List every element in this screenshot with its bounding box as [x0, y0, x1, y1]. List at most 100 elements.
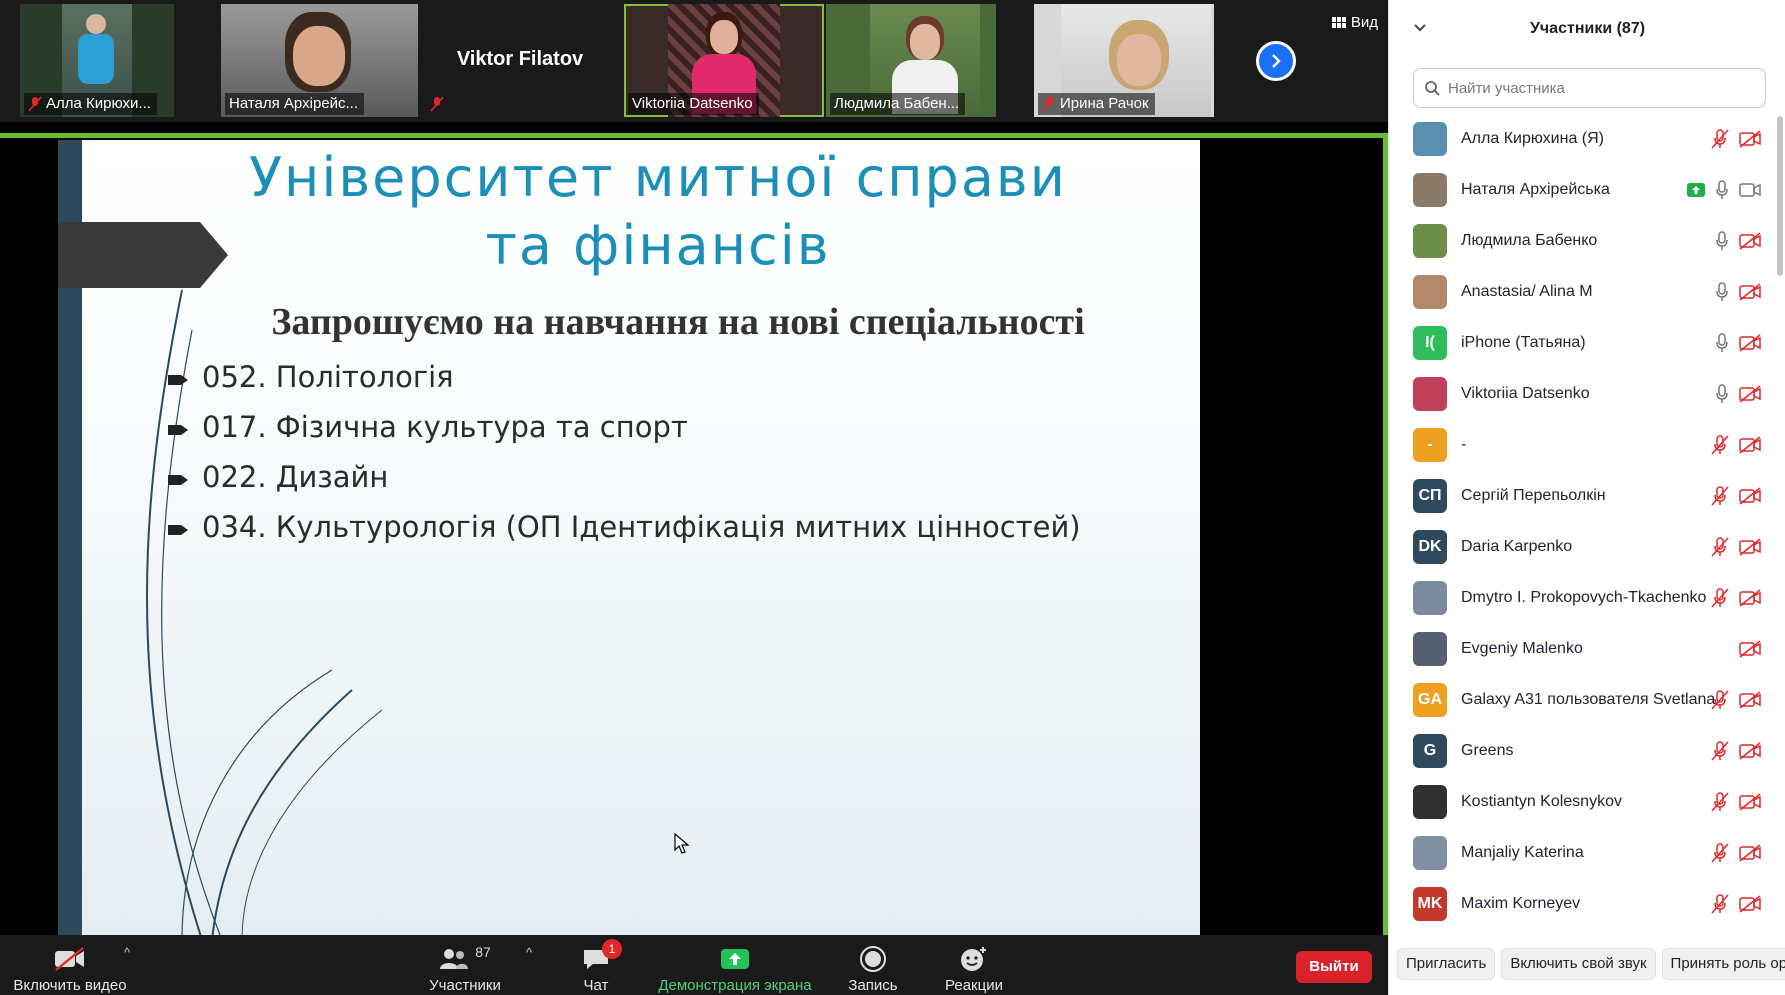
reactions-button[interactable]: Реакции — [936, 935, 1012, 995]
participant-row[interactable]: Manjaliy Katerina — [1389, 827, 1769, 878]
mic-muted-icon[interactable] — [1711, 434, 1729, 455]
mic-icon[interactable] — [1715, 179, 1729, 200]
avatar: I( — [1413, 325, 1447, 360]
unmute-self-button[interactable]: Включить свой звук — [1501, 948, 1656, 980]
tile-name-bar: Людмила Бабен... — [830, 93, 966, 115]
participant-row[interactable]: Алла Кирюхина (Я) — [1389, 113, 1769, 164]
next-page-button[interactable] — [1256, 41, 1296, 81]
mic-muted-icon[interactable] — [1711, 893, 1729, 914]
participant-list: Алла Кирюхина (Я) Наталя Архірейська Людми… — [1389, 113, 1769, 929]
record-button[interactable]: Запись — [840, 935, 906, 995]
search-icon — [1425, 81, 1440, 96]
participant-row[interactable]: Наталя Архірейська — [1389, 164, 1769, 215]
start-video-button[interactable]: Включить видео — [10, 935, 130, 995]
camera-off-icon[interactable] — [1739, 486, 1761, 505]
claim-host-button[interactable]: Принять роль орг — [1661, 948, 1785, 980]
participant-row[interactable]: Evgeniy Malenko — [1389, 623, 1769, 674]
invite-button[interactable]: Пригласить — [1397, 948, 1496, 980]
mic-icon[interactable] — [1715, 230, 1729, 251]
video-options-caret[interactable]: ^ — [124, 945, 130, 960]
view-label: Вид — [1350, 14, 1378, 31]
participant-status-icons — [1711, 485, 1761, 506]
mic-muted-icon[interactable] — [1711, 740, 1729, 761]
participant-row[interactable]: Viktoriia Datsenko — [1389, 368, 1769, 419]
participant-row[interactable]: GA Galaxy A31 пользователя Svetlana — [1389, 674, 1769, 725]
video-tile[interactable]: Viktor Filatov — [422, 4, 618, 117]
mic-muted-icon[interactable] — [1711, 587, 1729, 608]
camera-off-icon[interactable] — [1739, 792, 1761, 811]
arrow-bullet-icon — [168, 460, 202, 494]
mic-muted-icon[interactable] — [1711, 842, 1729, 863]
view-button[interactable]: Вид — [1331, 14, 1378, 31]
mic-muted-icon[interactable] — [1711, 791, 1729, 812]
participant-status-icons — [1711, 587, 1761, 608]
participant-row[interactable]: Людмила Бабенко — [1389, 215, 1769, 266]
video-tile-active-speaker[interactable]: Viktoriia Datsenko — [624, 4, 824, 117]
mic-muted-icon[interactable] — [1711, 128, 1729, 149]
participant-row[interactable]: DK Daria Karpenko — [1389, 521, 1769, 572]
mic-muted-icon[interactable] — [1711, 485, 1729, 506]
slide-subtitle: Запрошуємо на навчання на нові спеціальн… — [271, 301, 1085, 343]
participant-row[interactable]: Dmytro I. Prokopovych-Tkachenko — [1389, 572, 1769, 623]
camera-off-icon[interactable] — [1739, 231, 1761, 250]
thumbnail-strip: Алла Кирюхи... Наталя Архірейс... Viktor… — [0, 0, 1388, 122]
avatar: MK — [1413, 886, 1447, 921]
participants-options-caret[interactable]: ^ — [526, 945, 532, 960]
slide-bullet-item: 052. Політологія — [168, 352, 1081, 402]
mic-icon[interactable] — [1715, 383, 1729, 404]
participant-row[interactable]: Anastasia/ Alina M — [1389, 266, 1769, 317]
participant-list-scrollbar[interactable] — [1777, 116, 1783, 276]
avatar: - — [1413, 427, 1447, 462]
video-tile[interactable]: Алла Кирюхи... — [20, 4, 174, 117]
participant-row[interactable]: I(iPhone (Татьяна) — [1389, 317, 1769, 368]
participant-row[interactable]: -- — [1389, 419, 1769, 470]
participant-name: Dmytro I. Prokopovych-Tkachenko — [1461, 588, 1707, 606]
participant-row[interactable]: СП Сергій Перепьолкін — [1389, 470, 1769, 521]
share-screen-button[interactable]: Демонстрация экрана — [650, 935, 820, 995]
participant-status-icons — [1711, 689, 1761, 710]
video-tile[interactable]: Наталя Архірейс... — [221, 4, 418, 117]
video-tile[interactable]: Ирина Рачок — [1034, 4, 1214, 117]
camera-off-icon[interactable] — [1739, 639, 1761, 658]
camera-off-icon[interactable] — [1739, 384, 1761, 403]
camera-off-icon[interactable] — [1739, 282, 1761, 301]
leave-meeting-button[interactable]: Выйти — [1296, 951, 1372, 983]
panel-title: Участники (87) — [1529, 20, 1646, 37]
slide-bullet-item: 017. Фізична культура та спорт — [168, 402, 1081, 452]
camera-off-icon[interactable] — [1739, 435, 1761, 454]
mic-muted-icon[interactable] — [1711, 689, 1729, 710]
mic-muted-icon[interactable] — [1711, 536, 1729, 557]
participant-row[interactable]: G Greens — [1389, 725, 1769, 776]
camera-off-icon[interactable] — [1739, 690, 1761, 709]
participant-row[interactable]: Kostiantyn Kolesnykov — [1389, 776, 1769, 827]
zoom-window: Алла Кирюхи... Наталя Архірейс... Viktor… — [0, 0, 1785, 995]
participant-name: Алла Кирюхина (Я) — [1461, 129, 1604, 147]
camera-off-icon[interactable] — [1739, 843, 1761, 862]
avatar — [1413, 835, 1447, 870]
arrow-bullet-icon — [168, 410, 202, 444]
participant-status-icons — [1711, 791, 1761, 812]
video-tile[interactable]: Людмила Бабен... — [826, 4, 996, 117]
search-input[interactable] — [1448, 79, 1748, 97]
camera-off-icon[interactable] — [1739, 588, 1761, 607]
panel-footer: Пригласить Включить свой звук Принять ро… — [1389, 948, 1785, 988]
slide-title: Університет митної справи та фінансів — [249, 146, 1067, 277]
participant-status-icons — [1711, 842, 1761, 863]
camera-icon[interactable] — [1739, 182, 1761, 198]
participant-row[interactable]: MK Maxim Korneyev — [1389, 878, 1769, 929]
mic-icon[interactable] — [1715, 281, 1729, 302]
participant-search[interactable] — [1413, 68, 1766, 108]
camera-off-icon[interactable] — [1739, 333, 1761, 352]
mic-icon[interactable] — [1715, 332, 1729, 353]
avatar: G — [1413, 733, 1447, 768]
participant-name: Сергій Перепьолкін — [1461, 486, 1606, 504]
camera-off-icon[interactable] — [1739, 537, 1761, 556]
camera-off-icon[interactable] — [1739, 741, 1761, 760]
camera-off-icon[interactable] — [1739, 894, 1761, 913]
participant-name: - — [1461, 435, 1467, 453]
participants-button[interactable]: 87 Участники — [420, 935, 510, 995]
chat-button[interactable]: 1 Чат — [566, 935, 626, 995]
camera-off-icon[interactable] — [1739, 129, 1761, 148]
avatar: GA — [1413, 682, 1447, 717]
avatar — [1413, 784, 1447, 819]
